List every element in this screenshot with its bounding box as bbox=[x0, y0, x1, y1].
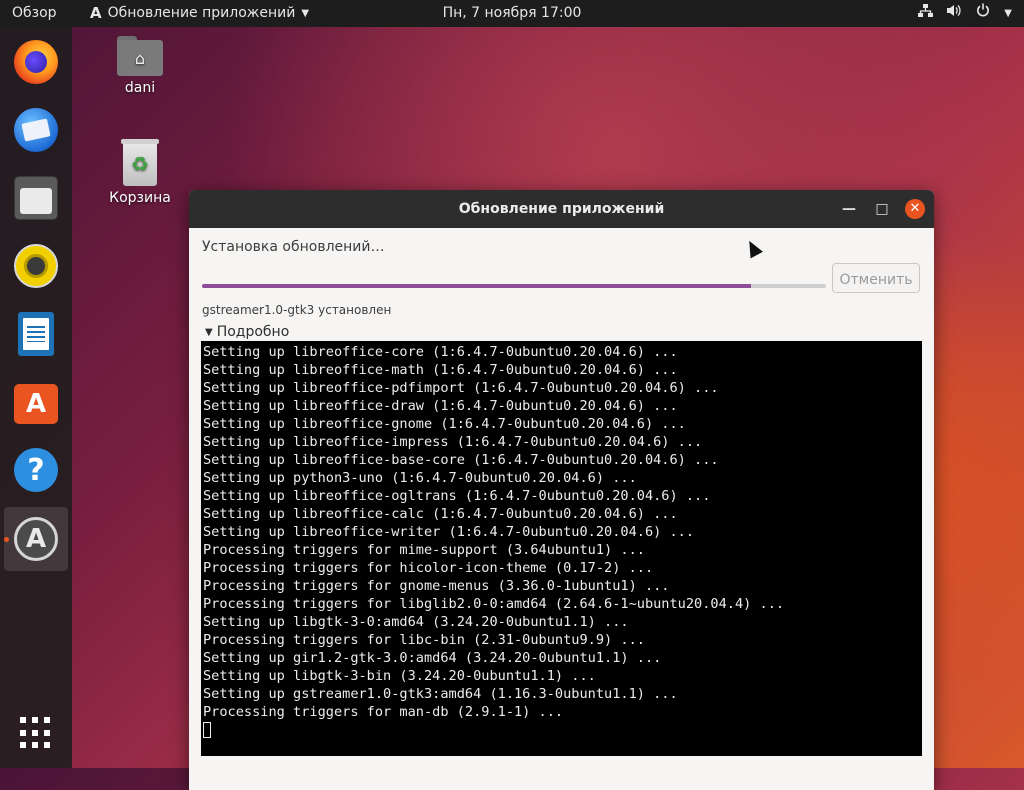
terminal-line: Processing triggers for gnome-menus (3.3… bbox=[203, 578, 670, 594]
dock-firefox[interactable] bbox=[10, 36, 62, 88]
dock-ubuntu-software[interactable]: A bbox=[10, 376, 62, 428]
terminal-line: Setting up libgtk-3-0:amd64 (3.24.20-0ub… bbox=[203, 614, 629, 630]
progress-bar bbox=[202, 284, 826, 288]
volume-icon[interactable] bbox=[947, 0, 962, 27]
expander-arrow-icon: ▼ bbox=[205, 326, 213, 338]
app-menu-label: Обновление приложений bbox=[107, 5, 296, 21]
details-label: Подробно bbox=[216, 324, 290, 340]
dock-help[interactable]: ? bbox=[10, 444, 62, 496]
terminal-line: Processing triggers for man-db (2.9.1-1)… bbox=[203, 704, 564, 720]
terminal-line: Setting up libreoffice-ogltrans (1:6.4.7… bbox=[203, 488, 711, 504]
terminal-line: Processing triggers for libc-bin (2.31-0… bbox=[203, 632, 645, 648]
details-expander[interactable]: ▼ Подробно bbox=[205, 324, 289, 340]
window-titlebar[interactable]: Обновление приложений — □ ✕ bbox=[189, 190, 934, 228]
libreoffice-writer-icon bbox=[18, 312, 54, 356]
minimize-button[interactable]: — bbox=[839, 199, 859, 219]
software-updater-icon: A bbox=[90, 4, 102, 22]
dock-libreoffice-writer[interactable] bbox=[10, 308, 62, 360]
terminal-output[interactable]: Setting up libreoffice-core (1:6.4.7-0ub… bbox=[201, 341, 922, 756]
clock[interactable]: Пн, 7 ноября 17:00 bbox=[443, 5, 582, 21]
terminal-line: Setting up libreoffice-impress (1:6.4.7-… bbox=[203, 434, 703, 450]
ubuntu-software-icon: A bbox=[14, 384, 58, 424]
dock-files[interactable] bbox=[10, 172, 62, 224]
cancel-button[interactable]: Отменить bbox=[832, 263, 920, 293]
power-icon[interactable] bbox=[976, 0, 990, 27]
terminal-line: Setting up libreoffice-draw (1:6.4.7-0ub… bbox=[203, 398, 678, 414]
terminal-line: Setting up libreoffice-writer (1:6.4.7-0… bbox=[203, 524, 695, 540]
window-title: Обновление приложений bbox=[458, 201, 665, 217]
help-icon: ? bbox=[14, 448, 58, 492]
dock-rhythmbox[interactable] bbox=[10, 240, 62, 292]
terminal-line: Setting up gir1.2-gtk-3.0:amd64 (3.24.20… bbox=[203, 650, 662, 666]
home-folder-icon: ⌂ bbox=[117, 36, 163, 76]
home-folder-label: dani bbox=[124, 80, 156, 96]
network-icon[interactable] bbox=[918, 0, 934, 27]
app-menu[interactable]: A Обновление приложений ▼ bbox=[90, 0, 309, 27]
app-grid-icon bbox=[20, 717, 52, 749]
top-bar: Обзор A Обновление приложений ▼ Пн, 7 но… bbox=[0, 0, 1024, 27]
running-indicator bbox=[4, 537, 9, 542]
dock: A ? A bbox=[0, 27, 72, 768]
thunderbird-icon bbox=[14, 108, 58, 152]
desktop-trash[interactable]: ♻ Корзина bbox=[100, 139, 180, 206]
dock-thunderbird[interactable] bbox=[10, 104, 62, 156]
terminal-line: Setting up libreoffice-core (1:6.4.7-0ub… bbox=[203, 344, 678, 360]
install-status: Установка обновлений… bbox=[202, 239, 385, 255]
rhythmbox-icon bbox=[14, 244, 58, 288]
trash-label: Корзина bbox=[109, 190, 171, 206]
terminal-line: Setting up libreoffice-pdfimport (1:6.4.… bbox=[203, 380, 719, 396]
terminal-line: Processing triggers for mime-support (3.… bbox=[203, 542, 645, 558]
dock-software-updater[interactable]: A bbox=[4, 507, 68, 571]
desktop-home-folder[interactable]: ⌂ dani bbox=[100, 36, 180, 96]
system-tray[interactable]: ▼ bbox=[918, 0, 1012, 27]
terminal-line: Processing triggers for hicolor-icon-the… bbox=[203, 560, 654, 576]
chevron-down-icon[interactable]: ▼ bbox=[1004, 0, 1012, 27]
firefox-icon bbox=[14, 40, 58, 84]
terminal-cursor bbox=[203, 722, 211, 738]
terminal-cursor-line bbox=[203, 721, 922, 739]
activities-button[interactable]: Обзор bbox=[12, 0, 57, 27]
maximize-button[interactable]: □ bbox=[872, 199, 892, 219]
terminal-line: Setting up gstreamer1.0-gtk3:amd64 (1.16… bbox=[203, 686, 678, 702]
terminal-line: Processing triggers for libglib2.0-0:amd… bbox=[203, 596, 785, 612]
files-icon bbox=[14, 176, 58, 220]
software-updater-icon: A bbox=[14, 517, 58, 561]
terminal-line: Setting up libreoffice-calc (1:6.4.7-0ub… bbox=[203, 506, 678, 522]
trash-icon: ♻ bbox=[121, 139, 159, 186]
progress-fill bbox=[202, 284, 752, 288]
package-status: gstreamer1.0-gtk3 установлен bbox=[202, 303, 392, 317]
show-applications-button[interactable] bbox=[10, 707, 62, 759]
terminal-line: Setting up libgtk-3-bin (3.24.20-0ubuntu… bbox=[203, 668, 596, 684]
software-updater-window: Обновление приложений — □ ✕ Установка об… bbox=[189, 190, 934, 790]
terminal-line: Setting up libreoffice-base-core (1:6.4.… bbox=[203, 452, 719, 468]
chevron-down-icon: ▼ bbox=[301, 8, 310, 19]
terminal-line: Setting up python3-uno (1:6.4.7-0ubuntu0… bbox=[203, 470, 637, 486]
close-button[interactable]: ✕ bbox=[905, 199, 925, 219]
terminal-line: Setting up libreoffice-gnome (1:6.4.7-0u… bbox=[203, 416, 686, 432]
terminal-line: Setting up libreoffice-math (1:6.4.7-0ub… bbox=[203, 362, 678, 378]
